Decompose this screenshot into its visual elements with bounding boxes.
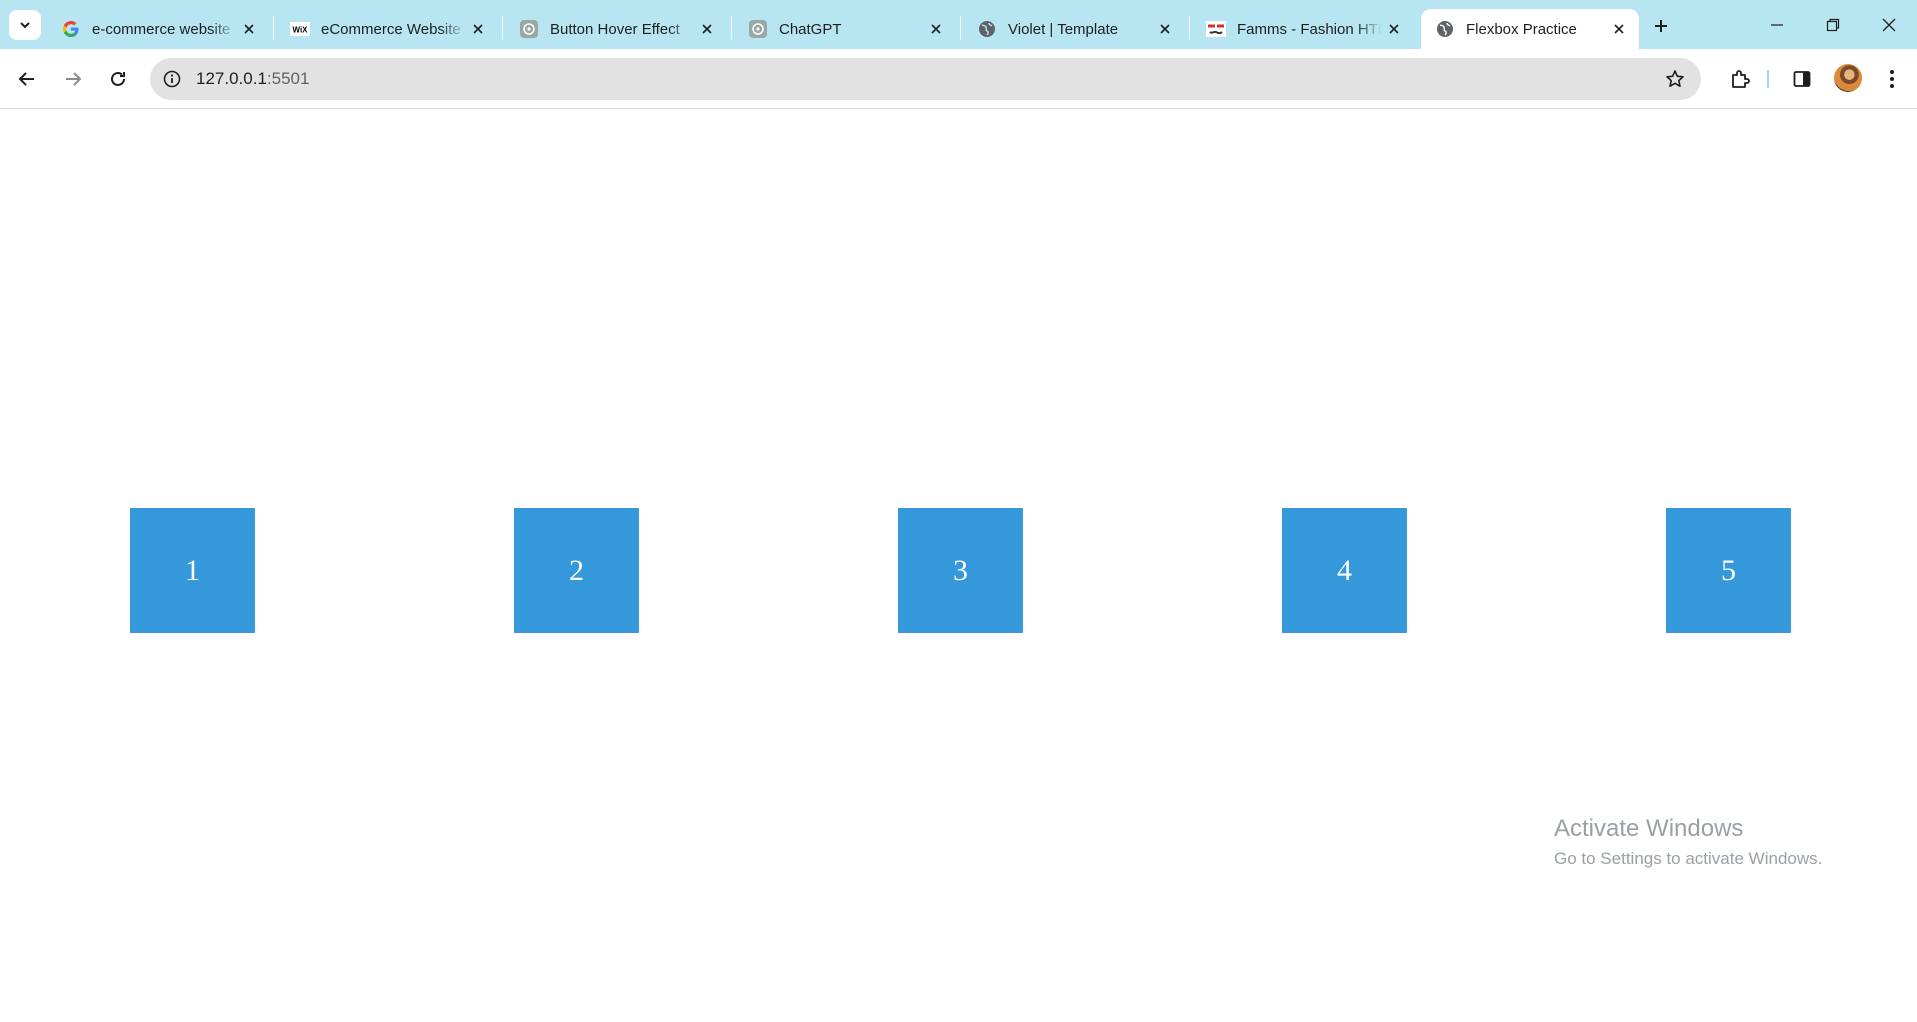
restore-icon bbox=[1826, 18, 1840, 31]
tab-separator bbox=[960, 16, 961, 40]
close-icon[interactable] bbox=[237, 17, 261, 41]
globe-icon bbox=[1435, 19, 1455, 39]
tab-separator bbox=[502, 16, 503, 40]
google-icon bbox=[61, 19, 81, 39]
forward-button[interactable] bbox=[56, 62, 90, 96]
tab-search-button[interactable] bbox=[9, 10, 41, 40]
tab-title: Button Hover Effect bbox=[550, 20, 680, 38]
tab-title: ChatGPT bbox=[779, 20, 842, 38]
flex-box-2: 2 bbox=[514, 508, 639, 633]
tab-separator bbox=[731, 16, 732, 40]
flex-box-1: 1 bbox=[130, 508, 255, 633]
reload-button[interactable] bbox=[101, 62, 135, 96]
url-host: 127.0.0.1 bbox=[196, 69, 267, 88]
close-icon bbox=[1882, 18, 1896, 31]
watermark-subtitle: Go to Settings to activate Windows. bbox=[1554, 849, 1823, 868]
tab-strip: e-commerce website WiX eCommerce Website… bbox=[0, 0, 1917, 49]
tab-title: Famms - Fashion HTML bbox=[1237, 20, 1382, 38]
tab-title: Flexbox Practice bbox=[1466, 20, 1577, 38]
tab-e-commerce-website[interactable]: e-commerce website bbox=[47, 9, 269, 49]
more-vert-icon bbox=[1890, 70, 1894, 88]
reload-icon bbox=[111, 71, 125, 86]
chatgpt-icon bbox=[748, 19, 768, 39]
tab-title: eCommerce Website bbox=[321, 20, 461, 38]
watermark-title: Activate Windows bbox=[1554, 815, 1744, 842]
puzzle-icon bbox=[1732, 70, 1750, 88]
extensions-button[interactable] bbox=[1723, 62, 1757, 96]
forward-arrow-icon bbox=[66, 72, 82, 86]
toolbar-separator bbox=[1767, 70, 1769, 88]
famms-icon bbox=[1206, 19, 1226, 39]
tab-famms-fashion[interactable]: Famms - Fashion HTML bbox=[1192, 9, 1414, 49]
globe-icon bbox=[977, 19, 997, 39]
activate-windows-watermark: Activate Windows Go to Settings to activ… bbox=[1554, 815, 1822, 869]
tab-chatgpt[interactable]: ChatGPT bbox=[734, 9, 956, 49]
minimize-button[interactable] bbox=[1749, 0, 1805, 49]
close-icon[interactable] bbox=[924, 17, 948, 41]
wix-icon: WiX bbox=[290, 19, 310, 39]
page-content: 1 2 3 4 5 bbox=[0, 110, 1917, 1022]
bookmark-star-icon[interactable] bbox=[1663, 67, 1687, 91]
tab-title: Violet | Template bbox=[1008, 20, 1119, 38]
tab-separator bbox=[273, 16, 274, 40]
minimize-icon bbox=[1771, 23, 1783, 26]
tab-separator bbox=[1189, 16, 1190, 40]
address-bar[interactable]: 127.0.0.1:5501 bbox=[150, 58, 1701, 100]
back-arrow-icon bbox=[18, 72, 34, 86]
flex-box-3: 3 bbox=[898, 508, 1023, 633]
side-panel-icon bbox=[1793, 71, 1811, 87]
tab-flexbox-practice[interactable]: Flexbox Practice bbox=[1421, 9, 1639, 49]
site-info-icon[interactable] bbox=[160, 67, 184, 91]
close-window-button[interactable] bbox=[1861, 0, 1917, 49]
close-icon[interactable] bbox=[466, 17, 490, 41]
back-button[interactable] bbox=[10, 62, 44, 96]
close-icon[interactable] bbox=[1382, 17, 1406, 41]
url-port: :5501 bbox=[266, 69, 310, 88]
tab-ecommerce-website-wix[interactable]: WiX eCommerce Website bbox=[276, 9, 498, 49]
tab-title: e-commerce website bbox=[92, 20, 231, 38]
tab-violet-template[interactable]: Violet | Template bbox=[963, 9, 1185, 49]
flex-box-5: 5 bbox=[1666, 508, 1791, 633]
restore-button[interactable] bbox=[1805, 0, 1861, 49]
flex-box-4: 4 bbox=[1282, 508, 1407, 633]
browser-toolbar: 127.0.0.1:5501 bbox=[0, 49, 1917, 109]
chatgpt-icon bbox=[519, 19, 539, 39]
new-tab-button[interactable] bbox=[1647, 12, 1675, 40]
side-panel-button[interactable] bbox=[1785, 62, 1819, 96]
chevron-down-icon bbox=[20, 22, 30, 29]
tab-button-hover-effect[interactable]: Button Hover Effect bbox=[505, 9, 727, 49]
wix-logo-text: WiX bbox=[292, 26, 308, 35]
close-icon[interactable] bbox=[695, 17, 719, 41]
plus-icon bbox=[1655, 20, 1667, 32]
profile-avatar[interactable] bbox=[1834, 64, 1862, 92]
close-icon[interactable] bbox=[1607, 17, 1631, 41]
menu-button[interactable] bbox=[1875, 62, 1909, 96]
close-icon[interactable] bbox=[1153, 17, 1177, 41]
url-text[interactable]: 127.0.0.1:5501 bbox=[196, 69, 309, 89]
